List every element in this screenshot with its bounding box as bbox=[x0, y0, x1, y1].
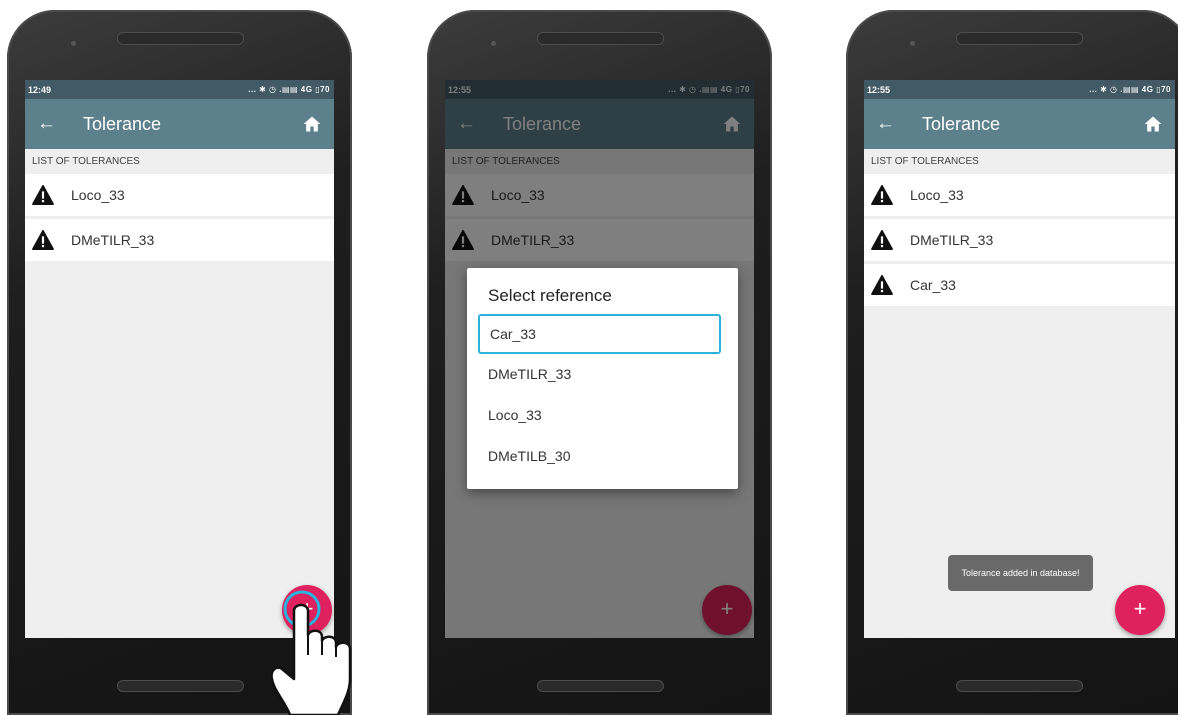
screen-3: 12:55 ... ✱ ◷ .▤▤ 4G ▯70 ← Tolerance LIS… bbox=[864, 80, 1175, 638]
camera-lens bbox=[71, 41, 76, 46]
home-icon[interactable] bbox=[1143, 114, 1163, 134]
warning-icon bbox=[871, 185, 893, 205]
toolbar-title: Tolerance bbox=[922, 113, 1001, 134]
list-item[interactable]: DMeTILR_33 bbox=[25, 219, 334, 261]
list-item[interactable]: Car_33 bbox=[864, 264, 1175, 306]
back-arrow-icon[interactable]: ← bbox=[37, 113, 71, 135]
status-icons: ... ✱ ◷ .▤▤ 4G ▯70 bbox=[1089, 85, 1171, 94]
dialog-title: Select reference bbox=[488, 286, 612, 305]
screen-1: 12:49 ... ✱ ◷ .▤▤ 4G ▯70 ← Tolerance LIS… bbox=[25, 80, 334, 638]
dialog-option-dmetilr-33[interactable]: DMeTILR_33 bbox=[467, 354, 738, 395]
list-item[interactable]: DMeTILR_33 bbox=[864, 219, 1175, 261]
dialog-option-car-33[interactable]: Car_33 bbox=[478, 314, 721, 354]
list-item-label: Car_33 bbox=[910, 277, 956, 293]
status-bar: 12:49 ... ✱ ◷ .▤▤ 4G ▯70 bbox=[25, 80, 334, 99]
warning-icon bbox=[871, 230, 893, 250]
list-item-label: Loco_33 bbox=[910, 187, 964, 203]
toolbar-title: Tolerance bbox=[83, 113, 162, 134]
home-icon[interactable] bbox=[302, 114, 322, 134]
list-item-label: Loco_33 bbox=[71, 187, 125, 203]
app-toolbar: ← Tolerance bbox=[864, 99, 1175, 149]
add-fab-button[interactable]: + bbox=[1115, 585, 1165, 635]
section-header: LIST OF TOLERANCES bbox=[32, 156, 140, 167]
select-reference-dialog: Select reference Car_33 DMeTILR_33 Loco_… bbox=[467, 268, 738, 489]
back-arrow-icon[interactable]: ← bbox=[876, 113, 910, 135]
status-time: 12:55 bbox=[867, 84, 891, 95]
phone-frame-3: 12:55 ... ✱ ◷ .▤▤ 4G ▯70 ← Tolerance LIS… bbox=[846, 10, 1178, 715]
screen-2: 12:55 ... ✱ ◷ .▤▤ 4G ▯70 ← Tolerance LIS… bbox=[445, 80, 754, 638]
earpiece-speaker bbox=[956, 32, 1083, 45]
bottom-speaker bbox=[956, 680, 1083, 692]
bottom-speaker bbox=[117, 680, 244, 692]
status-icons: ... ✱ ◷ .▤▤ 4G ▯70 bbox=[248, 85, 330, 94]
warning-icon bbox=[32, 185, 54, 205]
list-item[interactable]: Loco_33 bbox=[25, 174, 334, 216]
warning-icon bbox=[32, 230, 54, 250]
status-bar: 12:55 ... ✱ ◷ .▤▤ 4G ▯70 bbox=[864, 80, 1175, 99]
list-item-label: DMeTILR_33 bbox=[71, 232, 155, 248]
earpiece-speaker bbox=[117, 32, 244, 45]
camera-lens bbox=[910, 41, 915, 46]
dialog-option-loco-33[interactable]: Loco_33 bbox=[467, 395, 738, 436]
bottom-speaker bbox=[537, 680, 664, 692]
app-toolbar: ← Tolerance bbox=[25, 99, 334, 149]
earpiece-speaker bbox=[537, 32, 664, 45]
section-header: LIST OF TOLERANCES bbox=[871, 156, 979, 167]
list-item[interactable]: Loco_33 bbox=[864, 174, 1175, 216]
dialog-option-dmetilb-30[interactable]: DMeTILB_30 bbox=[467, 436, 738, 477]
phone-frame-2: 12:55 ... ✱ ◷ .▤▤ 4G ▯70 ← Tolerance LIS… bbox=[427, 10, 772, 715]
warning-icon bbox=[871, 275, 893, 295]
toast-message: Tolerance added in database! bbox=[948, 555, 1093, 591]
hand-pointer-icon bbox=[270, 590, 352, 715]
list-item-label: DMeTILR_33 bbox=[910, 232, 994, 248]
camera-lens bbox=[491, 41, 496, 46]
status-time: 12:49 bbox=[28, 84, 52, 95]
